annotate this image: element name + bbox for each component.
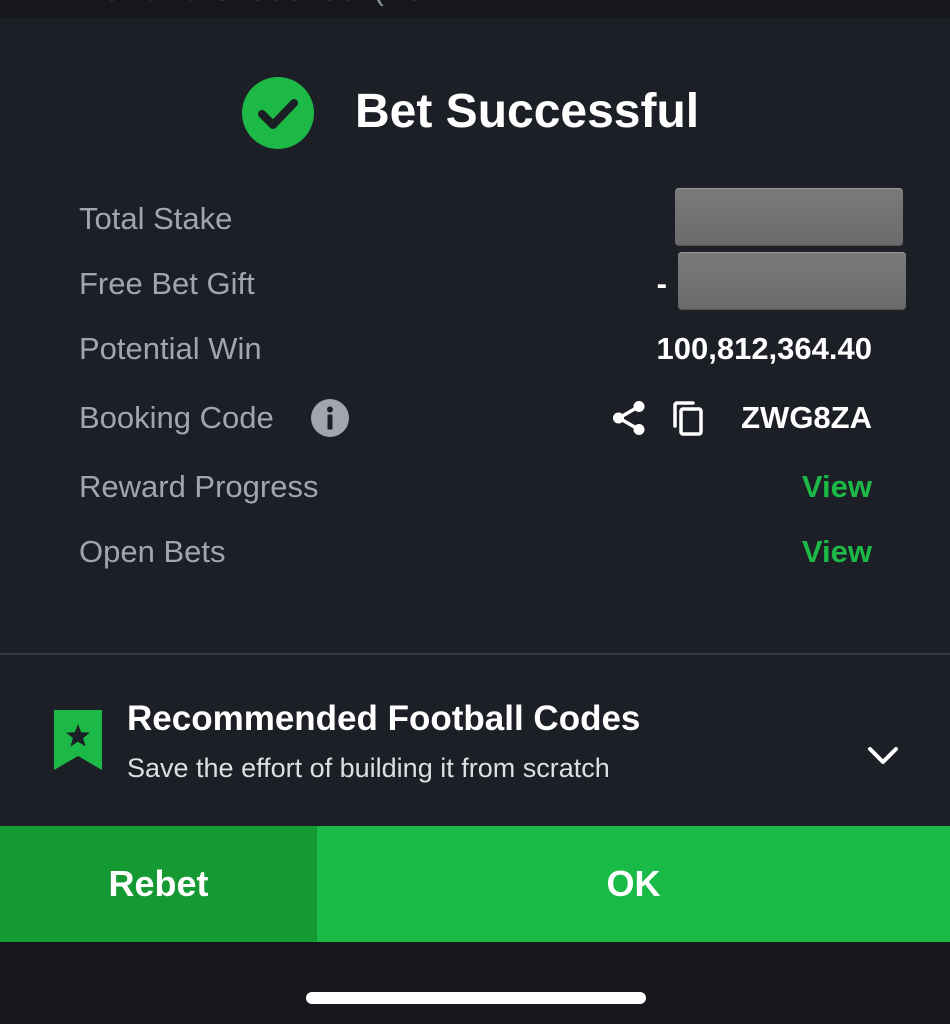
home-indicator[interactable]	[306, 992, 646, 1004]
free-bet-gift-label: Free Bet Gift	[79, 266, 255, 301]
background-market-text: Romania Over/Under (incl.	[82, 0, 437, 8]
rebet-button[interactable]: Rebet	[0, 826, 317, 942]
potential-win-label: Potential Win	[79, 331, 262, 366]
copy-icon[interactable]	[668, 399, 706, 437]
total-stake-row: Total Stake	[0, 188, 950, 247]
open-bets-label: Open Bets	[79, 534, 226, 569]
potential-win-value: 100,812,364.40	[656, 331, 873, 366]
recommended-subtitle: Save the effort of building it from scra…	[127, 753, 610, 783]
bet-success-screen: Romania Over/Under (incl. Bet Successful…	[0, 0, 950, 1024]
system-bottom-bar	[0, 942, 950, 1024]
booking-code-row: Booking Code ZWG8ZA	[0, 390, 950, 446]
booking-code-value: ZWG8ZA	[741, 400, 872, 435]
recommended-codes-section[interactable]: Recommended Football Codes Save the effo…	[0, 655, 950, 826]
ok-button[interactable]: OK	[317, 826, 950, 942]
info-icon[interactable]	[311, 399, 349, 437]
free-bet-gift-minus: -	[656, 266, 667, 301]
total-stake-label: Total Stake	[79, 201, 233, 236]
free-bet-gift-masked-value	[678, 252, 906, 310]
share-icon[interactable]	[610, 399, 648, 437]
booking-code-label: Booking Code	[79, 400, 274, 435]
potential-win-row: Potential Win 100,812,364.40	[0, 321, 950, 377]
free-bet-gift-row: Free Bet Gift -	[0, 252, 950, 312]
page-title: Bet Successful	[355, 85, 700, 138]
bookmark-star-icon	[54, 710, 102, 772]
recommended-title: Recommended Football Codes	[127, 699, 641, 738]
chevron-down-icon[interactable]	[864, 741, 902, 771]
check-circle-icon	[242, 77, 314, 149]
total-stake-masked-value	[675, 188, 903, 246]
reward-progress-row: Reward Progress View	[0, 459, 950, 515]
bet-success-sheet: Bet Successful Total Stake Free Bet Gift…	[0, 18, 950, 826]
success-header: Bet Successful	[0, 18, 950, 208]
open-bets-row: Open Bets View	[0, 524, 950, 580]
reward-progress-view-link[interactable]: View	[802, 459, 872, 515]
open-bets-view-link[interactable]: View	[802, 524, 872, 580]
reward-progress-label: Reward Progress	[79, 469, 319, 504]
